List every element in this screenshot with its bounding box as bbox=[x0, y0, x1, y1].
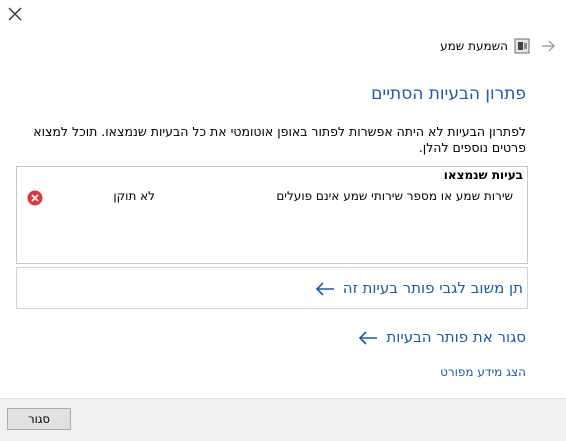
problems-list: בעיות שנמצאו שירות שמע או מספר שירותי שמ… bbox=[16, 166, 528, 264]
arrow-left-icon bbox=[315, 281, 335, 296]
window-title-label: השמעת שמע bbox=[440, 39, 508, 53]
speaker-icon bbox=[514, 38, 530, 54]
feedback-link-label: תן משוב לגבי פותר בעיות זה bbox=[342, 279, 523, 297]
problems-title: בעיות שנמצאו bbox=[443, 168, 523, 182]
view-details-link[interactable]: הצג מידע מפורט bbox=[440, 365, 526, 379]
close-button[interactable]: סגור bbox=[7, 408, 71, 430]
window-title: השמעת שמע bbox=[440, 36, 530, 56]
close-icon[interactable] bbox=[6, 5, 24, 23]
close-troubleshooter-label: סגור את פותר הבעיות bbox=[386, 328, 526, 346]
problem-description: שירות שמע או מספר שירותי שמע אינם פועלים bbox=[276, 189, 513, 203]
back-arrow-icon[interactable] bbox=[540, 38, 556, 54]
list-item: שירות שמע או מספר שירותי שמע אינם פועלים… bbox=[17, 189, 527, 211]
close-troubleshooter-link[interactable]: סגור את פותר הבעיות bbox=[358, 326, 526, 348]
feedback-link[interactable]: תן משוב לגבי פותר בעיות זה bbox=[16, 267, 528, 309]
error-icon bbox=[27, 190, 43, 206]
footer-bar: סגור bbox=[0, 398, 566, 441]
arrow-left-icon bbox=[358, 330, 378, 345]
problem-status: לא תוקן bbox=[113, 189, 155, 203]
description-text: לפתרון הבעיות לא היתה אפשרות לפתור באופן… bbox=[33, 124, 526, 155]
page-title: פתרון הבעיות הסתיים bbox=[371, 84, 526, 104]
